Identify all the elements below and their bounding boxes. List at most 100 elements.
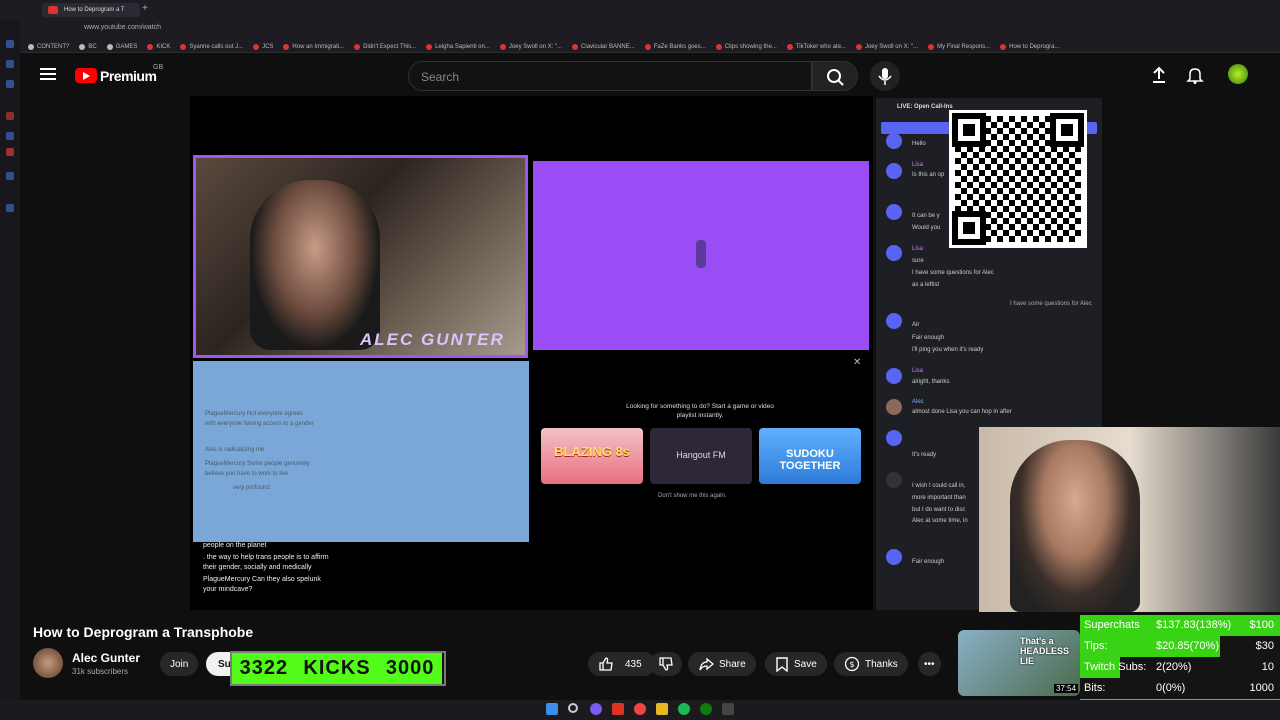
sidebar-app-icon[interactable] — [6, 172, 14, 180]
bookmark-item[interactable]: TikToker who ate... — [786, 41, 846, 52]
save-label: Save — [794, 658, 817, 670]
sidebar-app-icon[interactable] — [6, 40, 14, 48]
discord-channel-title: LIVE: Open Call-Ins — [897, 104, 953, 110]
taskbar-opera-icon[interactable] — [612, 703, 624, 715]
taskbar-explorer-icon[interactable] — [656, 703, 668, 715]
account-avatar[interactable] — [1228, 64, 1248, 84]
upload-icon[interactable] — [1150, 66, 1168, 84]
taskbar-app-icon[interactable] — [634, 703, 646, 715]
chat-line: PlagueMercury Not everyone agrees — [205, 411, 303, 417]
bookmark-item[interactable]: KICK — [147, 41, 170, 52]
kicks-label: KICKS — [303, 657, 371, 679]
discord-avatar — [886, 204, 902, 220]
kicks-count: 3322 — [239, 657, 289, 679]
bookmark-item[interactable]: Clavicular BANNE... — [572, 41, 635, 52]
url-text[interactable]: www.youtube.com/watch — [84, 24, 161, 31]
bookmark-favicon-icon — [786, 43, 793, 50]
goal-target: $100 — [1249, 619, 1274, 631]
search-button[interactable] — [812, 61, 858, 91]
windows-start-icon[interactable] — [546, 703, 558, 715]
bookmark-item[interactable]: JCS — [253, 41, 273, 52]
discord-avatar — [886, 472, 902, 488]
share-button[interactable]: Share — [688, 652, 756, 676]
discord-message: but I do want to disc — [912, 507, 966, 513]
bookmark-favicon-icon — [283, 43, 290, 50]
bookmark-label: Syanne calls out J... — [189, 43, 244, 50]
bookmark-item[interactable]: GAMES — [106, 41, 137, 52]
taskbar-xbox-icon[interactable] — [700, 703, 712, 715]
discord-message: I wish I could call in, — [912, 483, 966, 489]
sidebar-app-icon[interactable] — [6, 60, 14, 68]
goal-row: Twitch Subs: 2(20%) 10 — [1080, 657, 1280, 678]
taskbar-app-icon[interactable] — [722, 703, 734, 715]
bookmark-favicon-icon — [572, 43, 579, 50]
discord-avatar — [886, 368, 902, 384]
bookmark-favicon-icon — [928, 43, 935, 50]
taskbar-search-icon[interactable] — [568, 703, 578, 713]
youtube-favicon-icon — [48, 6, 58, 14]
bookmark-favicon-icon — [253, 43, 260, 50]
join-button[interactable]: Join — [160, 652, 199, 676]
goal-value: $20.85(70%) — [1156, 640, 1219, 652]
voice-search-button[interactable] — [870, 61, 900, 91]
notifications-bell-icon[interactable] — [1186, 66, 1204, 84]
thanks-button[interactable]: $ Thanks — [834, 652, 908, 676]
browser-tab-bar — [0, 0, 1280, 20]
bookmark-item[interactable]: Joey Swoll on X: "... — [855, 41, 918, 52]
bookmark-item[interactable]: Syanne calls out J... — [180, 41, 243, 52]
thumbs-up-icon — [599, 657, 613, 671]
like-button[interactable]: 435 — [588, 652, 656, 676]
bookmark-item[interactable]: BC — [79, 41, 97, 52]
search-input[interactable]: Search — [408, 61, 812, 91]
youtube-logo-icon[interactable] — [75, 68, 97, 83]
activity-prompt: Looking for something to do? Start a gam… — [626, 403, 774, 419]
more-actions-button[interactable]: ••• — [918, 652, 941, 676]
discord-username: Lisa — [912, 162, 924, 168]
discord-message: Air — [912, 322, 920, 328]
discord-message: Fair enough — [912, 335, 945, 341]
sidebar-app-icon[interactable] — [6, 148, 14, 156]
bookmark-label: Clavicular BANNE... — [581, 43, 635, 50]
bookmark-item[interactable]: FaZe Banks goes... — [644, 41, 706, 52]
sidebar-app-icon[interactable] — [6, 132, 14, 140]
subscribe-label: Su — [218, 658, 231, 670]
goal-value: 2(20%) — [1156, 661, 1192, 673]
dislike-button[interactable] — [650, 652, 682, 676]
bookmark-item[interactable]: How to Deprogra... — [1000, 41, 1059, 52]
goal-label: Tips: — [1084, 640, 1108, 652]
goal-row: Bits: 0(0%) 1000 — [1080, 678, 1280, 699]
bookmark-item[interactable]: How an Immigrati... — [283, 41, 344, 52]
discord-username: Lisa — [912, 246, 924, 252]
new-tab-icon[interactable]: + — [142, 3, 148, 14]
discord-avatar — [886, 549, 902, 565]
thumbnail-text: That's a HEADLESS LIE — [1020, 636, 1070, 666]
channel-name[interactable]: Alec Gunter — [72, 651, 140, 665]
discord-message: Is this an op — [912, 172, 945, 178]
premium-logo-text[interactable]: Premium — [100, 68, 157, 84]
bookmark-item[interactable]: Didn't Expect This... — [354, 41, 416, 52]
bookmark-item[interactable]: Joey Swoll on X: "... — [499, 41, 562, 52]
avatar-figure — [696, 240, 706, 268]
bookmark-item[interactable]: CONTENT? — [28, 41, 69, 52]
sidebar-app-icon[interactable] — [6, 204, 14, 212]
channel-avatar[interactable] — [33, 648, 63, 678]
discord-avatar — [886, 163, 902, 179]
svg-text:$: $ — [849, 660, 854, 669]
bookmark-item[interactable]: Leigha Sapienti on... — [426, 41, 490, 52]
taskbar-spotify-icon[interactable] — [678, 703, 690, 715]
goal-target: $30 — [1255, 640, 1274, 652]
save-button[interactable]: Save — [765, 652, 827, 676]
browser-tab[interactable]: How to Deprogram a T — [42, 3, 140, 17]
sidebar-app-icon[interactable] — [6, 112, 14, 120]
goal-label: Bits: — [1084, 682, 1106, 694]
chat-line: your mindcave? — [203, 586, 253, 593]
sidebar-app-icon[interactable] — [6, 80, 14, 88]
bookmark-item[interactable]: Clips showing the... — [715, 41, 777, 52]
taskbar-app-icon[interactable] — [590, 703, 602, 715]
hamburger-menu-icon[interactable] — [40, 68, 56, 80]
bookmark-item[interactable]: My Final Respons... — [928, 41, 990, 52]
address-bar[interactable] — [0, 20, 1280, 38]
kicks-goal: 3000 — [385, 657, 435, 679]
bookmark-favicon-icon — [855, 43, 862, 50]
qr-finder — [952, 113, 986, 147]
